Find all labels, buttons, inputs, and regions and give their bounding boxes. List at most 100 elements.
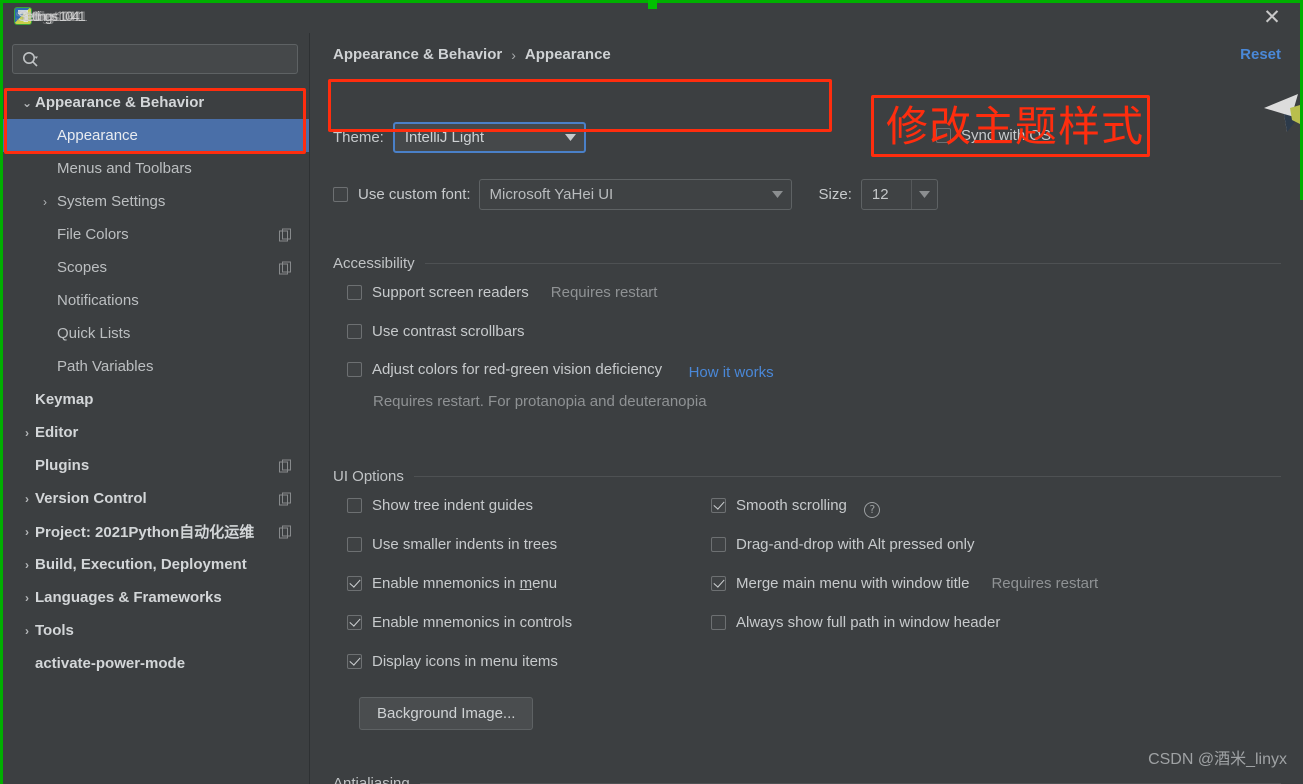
- sidebar-item-label: Appearance & Behavior: [35, 94, 205, 111]
- chevron-right-icon[interactable]: ›: [19, 592, 35, 604]
- sidebar-item-system-settings[interactable]: › System Settings: [3, 185, 309, 218]
- sidebar-item-label: Languages & Frameworks: [35, 589, 222, 606]
- how-it-works-link[interactable]: How it works: [689, 364, 774, 381]
- enable-mnemonics-controls-checkbox[interactable]: Enable mnemonics in controls: [347, 614, 572, 631]
- sidebar-item-keymap[interactable]: Keymap: [3, 383, 309, 416]
- settings-content: Appearance & Behavior › Appearance Reset…: [311, 33, 1303, 784]
- search-icon: [22, 51, 39, 68]
- copy-icon[interactable]: [279, 525, 292, 538]
- use-smaller-indents-checkbox[interactable]: Use smaller indents in trees: [347, 536, 557, 553]
- sidebar-item-label: Build, Execution, Deployment: [35, 556, 247, 573]
- background-image-button[interactable]: Background Image...: [359, 697, 534, 730]
- sidebar-item-label: activate-power-mode: [35, 655, 186, 672]
- sidebar-item-scopes[interactable]: Scopes: [3, 251, 309, 284]
- support-screen-readers-checkbox[interactable]: Support screen readers Requires restart: [347, 284, 657, 301]
- font-size-label: Size:: [818, 185, 852, 203]
- sidebar-item-version-control[interactable]: › Version Control: [3, 482, 309, 515]
- chevron-right-icon[interactable]: ›: [19, 493, 35, 505]
- sidebar-item-build-execution-deployment[interactable]: › Build, Execution, Deployment: [3, 548, 309, 581]
- ui-options-title: UI Options: [333, 468, 404, 485]
- settings-dialog: 165ext1041 Settings 1041 ✕ ⌄ Appearance &…: [0, 0, 1303, 784]
- show-tree-indent-guides-label: Show tree indent guides: [372, 497, 533, 514]
- chevron-down-icon[interactable]: ⌄: [19, 97, 35, 109]
- theme-select-value: IntelliJ Light: [404, 128, 485, 146]
- adjust-colors-checkbox[interactable]: Adjust colors for red-green vision defic…: [347, 361, 662, 378]
- chevron-right-icon[interactable]: ›: [19, 625, 35, 637]
- sidebar-item-notifications[interactable]: Notifications: [3, 284, 309, 317]
- theme-select[interactable]: IntelliJ Light: [392, 121, 586, 153]
- watermark: CSDN @酒米_linyx: [1148, 751, 1287, 768]
- section-divider: [424, 263, 1281, 264]
- custom-font-row: Use custom font: Microsoft YaHei UI Size…: [333, 178, 938, 210]
- font-family-select[interactable]: Microsoft YaHei UI: [478, 178, 792, 210]
- font-size-value: 12: [871, 185, 889, 203]
- drag-and-drop-alt-checkbox[interactable]: Drag-and-drop with Alt pressed only: [711, 536, 974, 553]
- copy-icon[interactable]: [279, 459, 292, 472]
- sidebar-item-appearance-behavior[interactable]: ⌄ Appearance & Behavior: [3, 86, 309, 119]
- capture-border-left: [0, 0, 3, 784]
- display-icons-menu-items-row: Display icons in menu items: [347, 653, 558, 674]
- merge-main-menu-row: Merge main menu with window title Requir…: [711, 575, 1098, 596]
- smooth-scrolling-checkbox[interactable]: Smooth scrolling: [711, 497, 847, 514]
- drag-and-drop-alt-label: Drag-and-drop with Alt pressed only: [736, 536, 975, 553]
- section-divider: [413, 476, 1281, 477]
- mnemonic-letter: m: [519, 575, 533, 592]
- checkbox-box: [347, 576, 362, 591]
- merge-main-menu-label: Merge main menu with window title: [736, 575, 970, 592]
- enable-mnemonics-menu-checkbox[interactable]: Enable mnemonics in menu: [347, 575, 557, 592]
- requires-restart-hint: Requires restart: [550, 284, 658, 301]
- sidebar-item-plugins[interactable]: Plugins: [3, 449, 309, 482]
- chevron-right-icon[interactable]: ›: [19, 427, 35, 439]
- sidebar-item-path-variables[interactable]: Path Variables: [3, 350, 309, 383]
- sidebar-item-label: Plugins: [35, 457, 90, 474]
- copy-icon[interactable]: [279, 492, 292, 505]
- display-icons-menu-items-label: Display icons in menu items: [372, 653, 558, 670]
- sidebar-item-editor[interactable]: › Editor: [3, 416, 309, 449]
- chevron-right-icon[interactable]: ›: [19, 559, 35, 571]
- sidebar-item-languages-frameworks[interactable]: › Languages & Frameworks: [3, 581, 309, 614]
- search-input[interactable]: [45, 45, 291, 73]
- sidebar-item-menus-and-toolbars[interactable]: Menus and Toolbars: [3, 152, 309, 185]
- chevron-right-icon[interactable]: ›: [37, 196, 53, 208]
- chevron-right-icon[interactable]: ›: [19, 526, 35, 538]
- breadcrumb-root[interactable]: Appearance & Behavior: [333, 46, 502, 63]
- sidebar-item-quick-lists[interactable]: Quick Lists: [3, 317, 309, 350]
- search-box[interactable]: [12, 44, 298, 74]
- copy-icon[interactable]: [279, 228, 292, 241]
- checkbox-box: [711, 576, 726, 591]
- font-size-select[interactable]: 12: [860, 178, 938, 210]
- checkbox-box: [347, 498, 362, 513]
- cursor-graphic: [1254, 88, 1300, 150]
- sidebar-item-activate-power-mode[interactable]: activate-power-mode: [3, 647, 309, 680]
- sidebar-item-tools[interactable]: › Tools: [3, 614, 309, 647]
- accessibility-title: Accessibility: [333, 255, 415, 272]
- annotation-note-text: 修改主题样式: [886, 102, 1145, 151]
- sidebar-item-label: Appearance: [57, 127, 138, 144]
- checkbox-box: [711, 498, 726, 513]
- checkbox-box: [347, 615, 362, 630]
- copy-icon[interactable]: [279, 261, 292, 274]
- checkbox-box: [347, 324, 362, 339]
- sidebar-item-appearance[interactable]: Appearance: [3, 119, 309, 152]
- show-tree-indent-guides-checkbox[interactable]: Show tree indent guides: [347, 497, 533, 514]
- close-icon[interactable]: ✕: [1259, 4, 1285, 30]
- support-screen-readers-row: Support screen readers Requires restart: [347, 284, 657, 305]
- sidebar-item-project-2021python[interactable]: › Project: 2021Python自动化运维: [3, 515, 309, 548]
- sidebar-item-file-colors[interactable]: File Colors: [3, 218, 309, 251]
- enable-mnemonics-controls-label: Enable mnemonics in controls: [372, 614, 573, 631]
- merge-main-menu-checkbox[interactable]: Merge main menu with window title Requir…: [711, 575, 1098, 592]
- help-icon[interactable]: ?: [864, 501, 881, 518]
- antialiasing-title: Antialiasing: [333, 775, 410, 784]
- enable-mnemonics-menu-label: Enable mnemonics in menu: [372, 575, 558, 592]
- always-show-full-path-checkbox[interactable]: Always show full path in window header: [711, 614, 1000, 631]
- use-contrast-scrollbars-checkbox[interactable]: Use contrast scrollbars: [347, 323, 525, 340]
- always-show-full-path-label: Always show full path in window header: [736, 614, 1001, 631]
- sidebar-item-label: File Colors: [57, 226, 129, 243]
- show-tree-indent-guides-row: Show tree indent guides: [347, 497, 533, 518]
- display-icons-menu-items-checkbox[interactable]: Display icons in menu items: [347, 653, 558, 670]
- reset-link[interactable]: Reset: [1240, 46, 1281, 63]
- capture-resize-handle[interactable]: [648, 0, 657, 9]
- use-custom-font-checkbox[interactable]: Use custom font:: [333, 186, 471, 203]
- sidebar-item-label: Keymap: [35, 391, 94, 408]
- smooth-scrolling-label: Smooth scrolling: [736, 497, 847, 514]
